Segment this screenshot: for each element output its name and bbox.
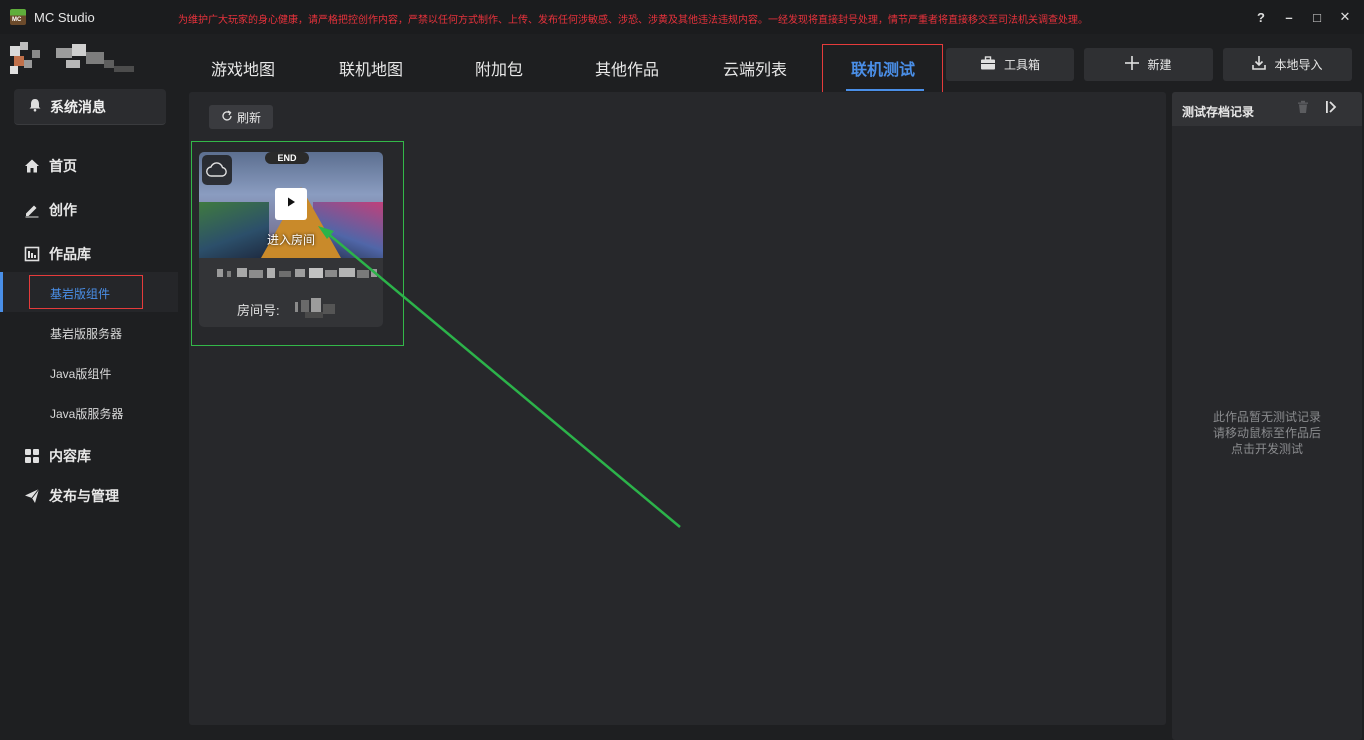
library-icon <box>24 246 40 262</box>
nav-label: 内容库 <box>49 448 91 464</box>
window-controls: ? – □ ✕ <box>1250 6 1356 28</box>
highlight-box-sidebar <box>29 275 143 309</box>
nav-label: 首页 <box>49 158 77 174</box>
pencil-icon <box>24 202 40 218</box>
nav-publish[interactable]: 发布与管理 <box>24 486 119 506</box>
new-label: 新建 <box>1147 58 1172 72</box>
test-record-title: 测试存档记录 <box>1182 105 1255 119</box>
nav-library[interactable]: 作品库 <box>24 244 91 264</box>
new-button[interactable]: 新建 <box>1084 48 1213 81</box>
play-button[interactable] <box>275 188 307 220</box>
download-icon <box>1252 56 1267 73</box>
nav-label: 发布与管理 <box>49 488 119 504</box>
content-notice: 为维护广大玩家的身心健康，请严格把控创作内容，严禁以任何方式制作、上传、发布任何… <box>178 15 1088 26</box>
thumb-sign: END <box>265 152 309 164</box>
nav-create[interactable]: 创作 <box>24 200 77 220</box>
system-message-button[interactable]: 系统消息 <box>14 89 166 125</box>
help-icon[interactable]: ? <box>1250 6 1272 28</box>
send-icon <box>24 488 40 504</box>
import-label: 本地导入 <box>1274 58 1323 72</box>
close-icon[interactable]: ✕ <box>1334 6 1356 28</box>
minimize-icon[interactable]: – <box>1278 6 1300 28</box>
app-logo-icon: MC <box>10 9 26 25</box>
tab-cloud-list[interactable]: 云端列表 <box>723 56 787 80</box>
plus-icon <box>1125 56 1140 73</box>
room-card[interactable]: END 进入房间 房间号: <box>199 152 383 327</box>
grid-icon <box>24 448 40 464</box>
sidebar: 系统消息 首页 创作 作品库 基岩版组件 基岩版服务器 Java版组件 Java… <box>0 34 178 740</box>
empty-line: 请移动鼠标至作品后 <box>1212 426 1321 440</box>
briefcase-icon <box>980 56 996 73</box>
room-number-redacted <box>295 298 339 318</box>
play-icon <box>285 195 297 213</box>
sub-item-active-indicator <box>0 272 3 312</box>
sub-item-bedrock-server[interactable]: 基岩版服务器 <box>50 325 122 342</box>
maximize-icon[interactable]: □ <box>1306 6 1328 28</box>
enter-room-label[interactable]: 进入房间 <box>199 231 383 248</box>
sub-item-java-component[interactable]: Java版组件 <box>50 365 111 382</box>
system-message-label: 系统消息 <box>50 98 106 115</box>
refresh-label: 刷新 <box>236 110 261 125</box>
room-number-label: 房间号: <box>237 303 280 318</box>
tab-game-map[interactable]: 游戏地图 <box>211 56 275 80</box>
nav-label: 创作 <box>49 202 77 218</box>
toolbox-label: 工具箱 <box>1003 58 1040 72</box>
tab-other-works[interactable]: 其他作品 <box>595 56 659 80</box>
nav-home[interactable]: 首页 <box>24 156 77 176</box>
import-button[interactable]: 本地导入 <box>1223 48 1352 81</box>
test-record-empty-text: 此作品暂无测试记录 请移动鼠标至作品后 点击开发测试 <box>1172 409 1362 457</box>
avatar[interactable] <box>10 42 140 76</box>
tab-addon[interactable]: 附加包 <box>475 56 523 80</box>
sub-item-java-server[interactable]: Java版服务器 <box>50 405 123 422</box>
trash-icon[interactable] <box>1296 100 1310 119</box>
room-thumbnail: END 进入房间 <box>199 152 383 258</box>
empty-line: 此作品暂无测试记录 <box>1212 410 1321 424</box>
highlight-box-tab <box>822 44 943 97</box>
nav-content-library[interactable]: 内容库 <box>24 446 91 466</box>
title-bar: MC MC Studio 为维护广大玩家的身心健康，请严格把控创作内容，严禁以任… <box>0 0 1364 34</box>
test-record-actions <box>1296 100 1338 119</box>
refresh-icon <box>221 109 233 125</box>
cloud-icon <box>202 155 232 185</box>
collapse-panel-icon[interactable] <box>1324 100 1338 119</box>
home-icon <box>24 158 40 174</box>
tab-multiplayer-map[interactable]: 联机地图 <box>339 56 403 80</box>
card-title-redacted <box>217 266 377 280</box>
empty-line: 点击开发测试 <box>1230 442 1303 456</box>
app-title: MC Studio <box>34 10 95 25</box>
refresh-button[interactable]: 刷新 <box>209 105 273 129</box>
toolbox-button[interactable]: 工具箱 <box>946 48 1074 81</box>
nav-label: 作品库 <box>49 246 91 262</box>
bell-icon <box>28 98 42 115</box>
